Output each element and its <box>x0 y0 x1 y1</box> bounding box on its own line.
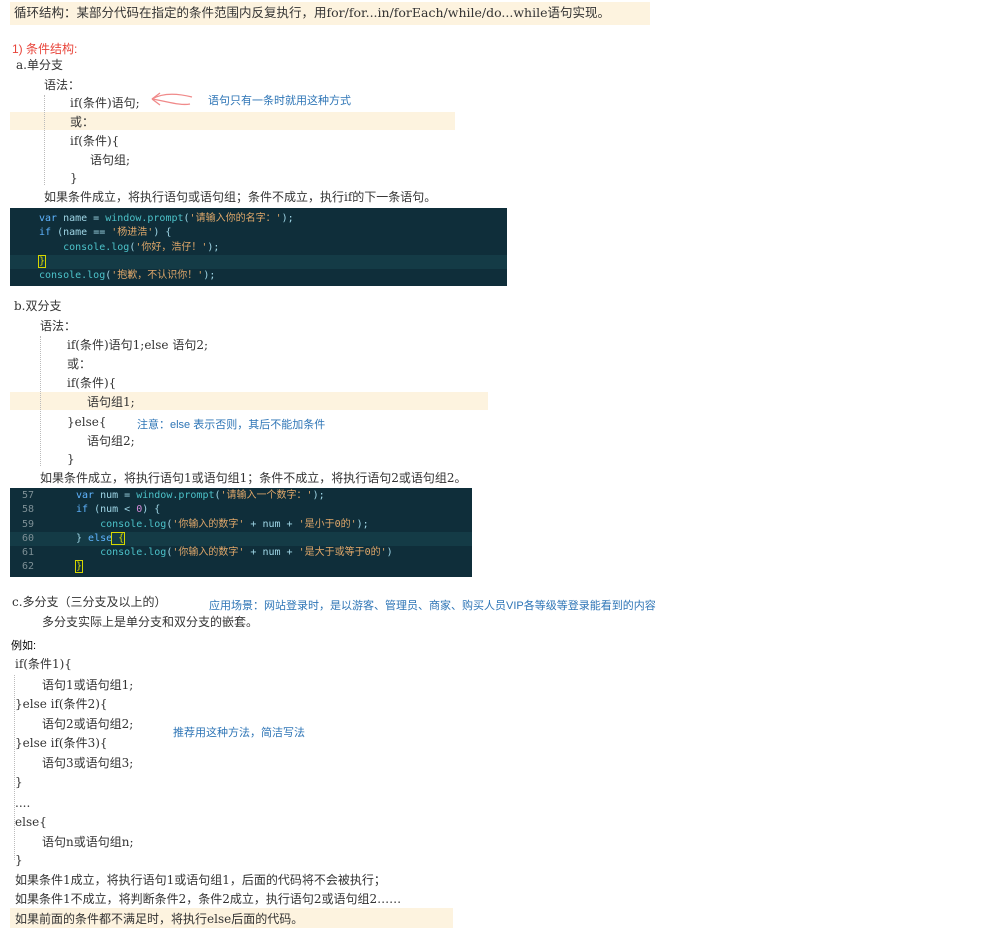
single-statement-note: 语句只有一条时就用这种方式 <box>208 95 351 107</box>
syntax-line: 语句1或语句组1; <box>42 678 134 692</box>
code-line: console.log('抱歉，不认识你！'); <box>39 270 216 282</box>
syntax-line: 语句n或语句组n; <box>42 835 134 849</box>
double-branch-description: 如果条件成立，将执行语句1或语句组1；条件不成立，将执行语句2或语句组2。 <box>40 471 467 485</box>
syntax-line: 语句组1; <box>87 395 135 409</box>
line-number: 61 <box>21 547 34 559</box>
code-line: 59 console.log('你输入的数字' + num + '是小于0的')… <box>10 518 472 532</box>
code-line: 60} else { <box>10 531 472 547</box>
syntax-line: 或： <box>67 357 92 371</box>
indent-guide <box>40 336 41 466</box>
syntax-line: .... <box>15 796 31 810</box>
single-branch-description: 如果条件成立，将执行语句或语句组；条件不成立，执行if的下一条语句。 <box>44 190 437 204</box>
multi-branch-description: 多分支实际上是单分支和双分支的嵌套。 <box>42 615 259 629</box>
condition-structure-heading: 1) 条件结构: <box>12 42 78 56</box>
double-branch-title: b.双分支 <box>14 299 62 313</box>
code-line: 57 var num = window.prompt('请输入一个数字：'); <box>10 489 472 503</box>
code-line: } <box>10 254 507 270</box>
syntax-line: }else if(条件3){ <box>15 736 108 750</box>
syntax-line: 语句组2; <box>87 434 135 448</box>
single-branch-title: a.单分支 <box>16 58 63 72</box>
example-label: 例如: <box>11 640 37 652</box>
multi-branch-desc-2: 如果条件1不成立，将判断条件2，条件2成立，执行语句2或语句组2…… <box>15 892 402 906</box>
line-number: 60 <box>21 532 34 544</box>
syntax-label: 语法： <box>40 319 77 333</box>
recommended-note: 推荐用这种方法，简洁写法 <box>173 727 305 739</box>
syntax-line: } <box>70 171 78 185</box>
code-line: 58 if (num < 0) { <box>10 503 472 517</box>
syntax-line: 语句3或语句组3; <box>42 756 134 770</box>
syntax-line: 语句2或语句组2; <box>42 717 134 731</box>
syntax-line: 或： <box>70 115 95 129</box>
multi-branch-desc-1: 如果条件1成立，将执行语句1或语句组1，后面的代码将不会被执行； <box>15 873 386 887</box>
code-line: 62} <box>10 560 472 574</box>
syntax-line: if(条件)语句1;else 语句2; <box>67 338 209 352</box>
code-line: console.log('你好，浩仔！'); <box>63 241 220 253</box>
code-line: var name = window.prompt('请输入你的名字：'); <box>39 213 294 224</box>
multi-branch-scenario-note: 应用场景：网站登录时，是以游客、管理员、商家、购买人员VIP各等级等登录能看到的… <box>209 600 656 612</box>
syntax-line: if(条件){ <box>70 134 120 148</box>
code-line: 61 console.log('你输入的数字' + num + '是大于或等于0… <box>10 546 472 560</box>
indent-guide <box>44 95 45 185</box>
line-number: 58 <box>21 504 34 516</box>
line-highlight-b <box>10 392 488 410</box>
syntax-line: } <box>15 775 23 789</box>
multi-branch-title: c.多分支（三分支及以上的） <box>12 595 167 609</box>
syntax-line: if(条件)语句; <box>70 96 140 110</box>
code-block-single-branch: var name = window.prompt('请输入你的名字：'); if… <box>10 208 507 286</box>
syntax-line: if(条件1){ <box>15 657 72 671</box>
line-number: 57 <box>21 490 34 501</box>
arrow-annotation-icon <box>151 92 193 106</box>
syntax-line: }else if(条件2){ <box>15 697 108 711</box>
intro-text: 循环结构：某部分代码在指定的条件范围内反复执行，用for/for...in/fo… <box>14 5 610 20</box>
syntax-line: 语句组; <box>90 153 131 167</box>
multi-branch-desc-3: 如果前面的条件都不满足时，将执行else后面的代码。 <box>15 912 304 926</box>
syntax-label: 语法： <box>44 78 81 92</box>
line-number: 62 <box>21 561 34 573</box>
line-number: 59 <box>21 518 34 530</box>
else-note: 注意：else 表示否则，其后不能加条件 <box>137 419 326 431</box>
syntax-line: } <box>67 452 75 466</box>
syntax-line: } <box>15 853 23 867</box>
code-block-double-branch: 57 var num = window.prompt('请输入一个数字：'); 5… <box>10 488 472 577</box>
syntax-line: else{ <box>15 815 47 829</box>
syntax-line: if(条件){ <box>67 376 117 390</box>
syntax-line: }else{ <box>67 415 107 429</box>
code-line: if (name == '杨进浩') { <box>39 227 172 239</box>
